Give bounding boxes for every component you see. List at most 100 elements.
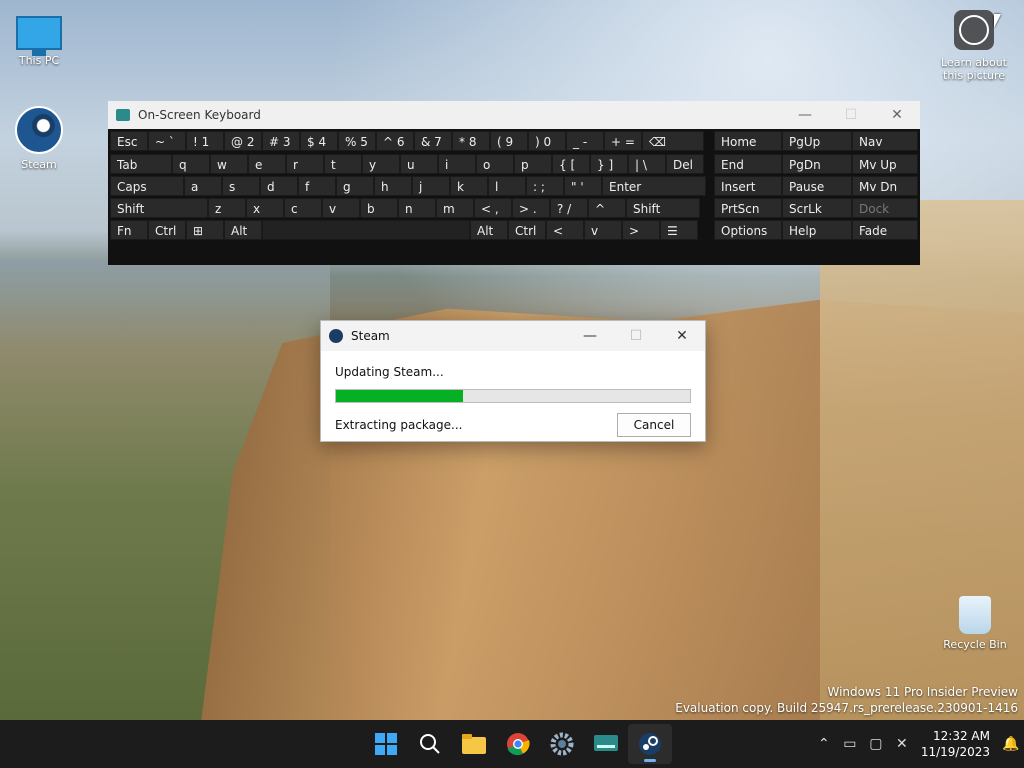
osk-key[interactable]: $ 4 bbox=[300, 131, 338, 151]
notification-bell-icon[interactable]: 🔔 bbox=[998, 729, 1024, 759]
osk-key[interactable]: Del bbox=[666, 154, 704, 174]
osk-key[interactable]: v bbox=[322, 198, 360, 218]
search-button[interactable] bbox=[408, 724, 452, 764]
osk-titlebar[interactable]: On-Screen Keyboard — ☐ ✕ bbox=[108, 101, 920, 129]
osk-nav-key[interactable]: Pause bbox=[782, 176, 852, 196]
display-icon[interactable]: ▢ bbox=[863, 729, 889, 759]
close-button[interactable]: ✕ bbox=[659, 321, 705, 351]
osk-key[interactable]: ) 0 bbox=[528, 131, 566, 151]
osk-key[interactable]: r bbox=[286, 154, 324, 174]
osk-key[interactable]: Ctrl bbox=[508, 220, 546, 240]
osk-key[interactable]: d bbox=[260, 176, 298, 196]
osk-key[interactable]: ⌫ bbox=[642, 131, 704, 151]
osk-key[interactable]: # 3 bbox=[262, 131, 300, 151]
maximize-button[interactable]: ☐ bbox=[828, 101, 874, 129]
osk-nav-key[interactable]: Nav bbox=[852, 131, 918, 151]
start-button[interactable] bbox=[364, 724, 408, 764]
network-icon[interactable]: ▭ bbox=[837, 729, 863, 759]
osk-key[interactable]: w bbox=[210, 154, 248, 174]
chrome-button[interactable] bbox=[496, 724, 540, 764]
osk-key[interactable]: : ; bbox=[526, 176, 564, 196]
osk-key[interactable]: Tab bbox=[110, 154, 172, 174]
osk-key[interactable]: Shift bbox=[626, 198, 700, 218]
desktop-icon-steam[interactable]: Steam bbox=[4, 106, 74, 171]
osk-key[interactable]: { [ bbox=[552, 154, 590, 174]
osk-nav-key[interactable]: Insert bbox=[714, 176, 782, 196]
osk-key[interactable]: Caps bbox=[110, 176, 184, 196]
steam-titlebar[interactable]: Steam — ☐ ✕ bbox=[321, 321, 705, 351]
osk-key[interactable]: v bbox=[584, 220, 622, 240]
osk-nav-key[interactable]: PrtScn bbox=[714, 198, 782, 218]
osk-key[interactable]: ! 1 bbox=[186, 131, 224, 151]
osk-key[interactable]: Alt bbox=[470, 220, 508, 240]
taskbar-clock[interactable]: 12:32 AM 11/19/2023 bbox=[921, 728, 990, 760]
desktop-icon-this-pc[interactable]: This PC bbox=[4, 10, 74, 67]
osk-key[interactable]: n bbox=[398, 198, 436, 218]
osk-nav-key[interactable]: PgDn bbox=[782, 154, 852, 174]
osk-key[interactable]: i bbox=[438, 154, 476, 174]
osk-key[interactable]: ^ 6 bbox=[376, 131, 414, 151]
volume-muted-icon[interactable]: ✕ bbox=[889, 729, 915, 759]
osk-key[interactable]: k bbox=[450, 176, 488, 196]
osk-taskbar-button[interactable] bbox=[584, 724, 628, 764]
osk-nav-key[interactable]: Help bbox=[782, 220, 852, 240]
osk-nav-key[interactable]: ScrLk bbox=[782, 198, 852, 218]
osk-key[interactable]: > bbox=[622, 220, 660, 240]
file-explorer-button[interactable] bbox=[452, 724, 496, 764]
osk-nav-key[interactable]: PgUp bbox=[782, 131, 852, 151]
osk-key[interactable]: < bbox=[546, 220, 584, 240]
osk-key[interactable]: Alt bbox=[224, 220, 262, 240]
osk-key[interactable]: e bbox=[248, 154, 286, 174]
maximize-button[interactable]: ☐ bbox=[613, 321, 659, 351]
osk-key[interactable]: u bbox=[400, 154, 438, 174]
cancel-button[interactable]: Cancel bbox=[617, 413, 691, 437]
osk-key[interactable]: t bbox=[324, 154, 362, 174]
osk-key[interactable]: < , bbox=[474, 198, 512, 218]
osk-key[interactable]: Fn bbox=[110, 220, 148, 240]
osk-key[interactable]: & 7 bbox=[414, 131, 452, 151]
osk-key[interactable]: Esc bbox=[110, 131, 148, 151]
osk-key[interactable]: @ 2 bbox=[224, 131, 262, 151]
settings-button[interactable] bbox=[540, 724, 584, 764]
osk-key[interactable]: ^ bbox=[588, 198, 626, 218]
osk-nav-key[interactable]: Mv Up bbox=[852, 154, 918, 174]
osk-key[interactable]: ⊞ bbox=[186, 220, 224, 240]
osk-key[interactable]: a bbox=[184, 176, 222, 196]
learn-about-picture[interactable]: Learn about this picture bbox=[934, 10, 1014, 82]
osk-key[interactable]: j bbox=[412, 176, 450, 196]
osk-key[interactable]: * 8 bbox=[452, 131, 490, 151]
osk-key[interactable]: g bbox=[336, 176, 374, 196]
osk-nav-key[interactable]: Options bbox=[714, 220, 782, 240]
osk-key[interactable]: b bbox=[360, 198, 398, 218]
osk-key[interactable]: z bbox=[208, 198, 246, 218]
osk-key[interactable]: } ] bbox=[590, 154, 628, 174]
osk-key[interactable]: ? / bbox=[550, 198, 588, 218]
osk-key[interactable]: c bbox=[284, 198, 322, 218]
osk-key[interactable]: " ' bbox=[564, 176, 602, 196]
chevron-up-icon[interactable]: ⌃ bbox=[811, 729, 837, 759]
osk-key[interactable]: Shift bbox=[110, 198, 208, 218]
desktop-icon-recycle-bin[interactable]: Recycle Bin bbox=[940, 596, 1010, 651]
minimize-button[interactable]: — bbox=[782, 101, 828, 129]
osk-key[interactable]: Enter bbox=[602, 176, 706, 196]
osk-nav-key[interactable]: Mv Dn bbox=[852, 176, 918, 196]
osk-key[interactable]: q bbox=[172, 154, 210, 174]
osk-key[interactable]: m bbox=[436, 198, 474, 218]
osk-key[interactable]: > . bbox=[512, 198, 550, 218]
osk-key[interactable]: p bbox=[514, 154, 552, 174]
osk-key[interactable]: Ctrl bbox=[148, 220, 186, 240]
osk-key[interactable] bbox=[262, 220, 470, 240]
steam-taskbar-button[interactable] bbox=[628, 724, 672, 764]
osk-key[interactable]: _ - bbox=[566, 131, 604, 151]
osk-key[interactable]: + = bbox=[604, 131, 642, 151]
osk-key[interactable]: s bbox=[222, 176, 260, 196]
osk-key[interactable]: o bbox=[476, 154, 514, 174]
osk-key[interactable]: ~ ` bbox=[148, 131, 186, 151]
osk-key[interactable]: ☰ bbox=[660, 220, 698, 240]
osk-nav-key[interactable]: Home bbox=[714, 131, 782, 151]
close-button[interactable]: ✕ bbox=[874, 101, 920, 129]
osk-nav-key[interactable]: Dock bbox=[852, 198, 918, 218]
minimize-button[interactable]: — bbox=[567, 321, 613, 351]
osk-key[interactable]: ( 9 bbox=[490, 131, 528, 151]
osk-key[interactable]: y bbox=[362, 154, 400, 174]
